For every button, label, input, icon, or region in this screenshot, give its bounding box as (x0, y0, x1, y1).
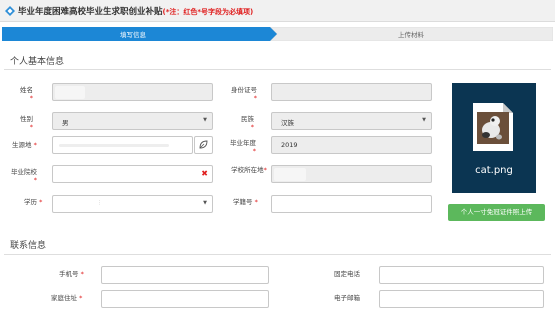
diamond-icon (5, 6, 15, 16)
redacted-value (274, 168, 306, 181)
address-label-text: 家庭住址 (51, 294, 77, 302)
degree-label: 学历 * (24, 196, 42, 206)
step-fill-info[interactable]: 填写信息 (2, 27, 277, 41)
image-file-icon (473, 103, 513, 151)
school-location-label-text: 学校所在地 (231, 166, 264, 174)
phone-label-text: 手机号 (59, 270, 79, 278)
page-title-text: 毕业年度困难高校毕业生求职创业补贴 (18, 7, 163, 17)
required-asterisk: * (254, 198, 258, 206)
photo-upload-button[interactable]: 个人一寸免冠证件照上传 (448, 204, 545, 221)
ethnicity-value: 汉族 (281, 119, 294, 127)
placeholder-dots-icon: ⋮ (97, 200, 102, 206)
clear-icon[interactable]: ✖ (201, 169, 208, 178)
ethnicity-label: 民族 * (241, 113, 254, 131)
origin-label: 生源地 * (12, 139, 37, 149)
address-label: 家庭住址 * (51, 292, 82, 302)
page-header: 毕业年度困难高校毕业生求职创业补贴(*注：红色*号字段为必填项) (0, 0, 555, 22)
email-label: 电子邮箱 (334, 294, 360, 302)
photo-preview: cat.png (452, 83, 536, 193)
name-label: 姓名 * (20, 84, 33, 102)
required-note: (*注：红色*号字段为必填项) (162, 8, 254, 16)
photo-file-name: cat.png (475, 165, 513, 176)
required-asterisk: * (29, 94, 33, 102)
ethnicity-label-text: 民族 (241, 115, 254, 123)
gender-select[interactable]: 男 ▼ (52, 112, 213, 130)
dropdown-caret-icon: ▼ (203, 200, 207, 206)
phone-field[interactable] (101, 266, 269, 284)
phone-label: 手机号 * (59, 268, 84, 278)
id-number-field[interactable] (271, 83, 432, 101)
required-asterisk: * (33, 176, 37, 184)
dropdown-caret-icon: ▼ (203, 117, 207, 123)
contact-info-heading: 联系信息 (10, 241, 47, 251)
step-fill-label: 填写信息 (120, 31, 146, 39)
origin-picker-button[interactable] (194, 136, 213, 154)
page-title: 毕业年度困难高校毕业生求职创业补贴(*注：红色*号字段为必填项) (18, 5, 253, 17)
gender-value: 男 (62, 119, 69, 127)
address-field[interactable] (101, 290, 269, 308)
school-location-field[interactable] (271, 165, 432, 183)
origin-field[interactable] (52, 136, 193, 154)
redacted-value (55, 86, 85, 99)
id-number-label: 身份证号 * (231, 84, 257, 102)
gender-label-text: 性别 (20, 115, 33, 123)
student-number-label-text: 学籍号 (233, 198, 253, 206)
required-asterisk: * (29, 123, 33, 131)
required-asterisk: * (39, 198, 43, 206)
section-divider (4, 69, 551, 70)
id-number-label-text: 身份证号 (231, 86, 257, 94)
degree-label-text: 学历 (24, 198, 37, 206)
required-asterisk: * (33, 141, 37, 149)
required-asterisk: * (80, 270, 84, 278)
required-asterisk: * (252, 147, 256, 155)
step-upload-materials[interactable]: 上传材料 (270, 27, 553, 41)
step-indicator: 上传材料 填写信息 (2, 27, 553, 41)
student-number-label: 学籍号 * (233, 196, 258, 206)
email-field[interactable] (379, 290, 544, 308)
grad-year-field[interactable]: 2019 (271, 136, 432, 154)
required-asterisk: * (79, 294, 83, 302)
origin-label-text: 生源地 (12, 141, 32, 149)
school-label: 毕业院校 * (11, 166, 37, 184)
required-asterisk: * (263, 166, 267, 174)
landline-label: 固定电话 (334, 270, 360, 278)
name-label-text: 姓名 (20, 86, 33, 94)
section-divider (4, 254, 551, 255)
grad-year-label-text: 毕业年度 (230, 139, 256, 147)
ethnicity-select[interactable]: 汉族 ▼ (271, 112, 432, 130)
gender-label: 性别 * (20, 113, 33, 131)
grad-year-value: 2019 (281, 141, 298, 149)
personal-info-heading: 个人基本信息 (10, 57, 65, 67)
school-label-text: 毕业院校 (11, 168, 37, 176)
landline-field[interactable] (379, 266, 544, 284)
degree-select[interactable]: ⋮ ▼ (52, 195, 213, 213)
grad-year-label: 毕业年度 * (230, 137, 256, 155)
redacted-value (59, 144, 169, 147)
leaf-icon (199, 140, 208, 149)
step-upload-label: 上传材料 (398, 31, 424, 39)
required-asterisk: * (250, 123, 254, 131)
student-number-field[interactable] (271, 195, 432, 213)
school-location-label: 学校所在地* (231, 166, 267, 175)
required-asterisk: * (253, 94, 257, 102)
school-field[interactable]: ✖ (52, 165, 213, 183)
name-field[interactable] (52, 83, 213, 101)
dropdown-caret-icon: ▼ (422, 117, 426, 123)
